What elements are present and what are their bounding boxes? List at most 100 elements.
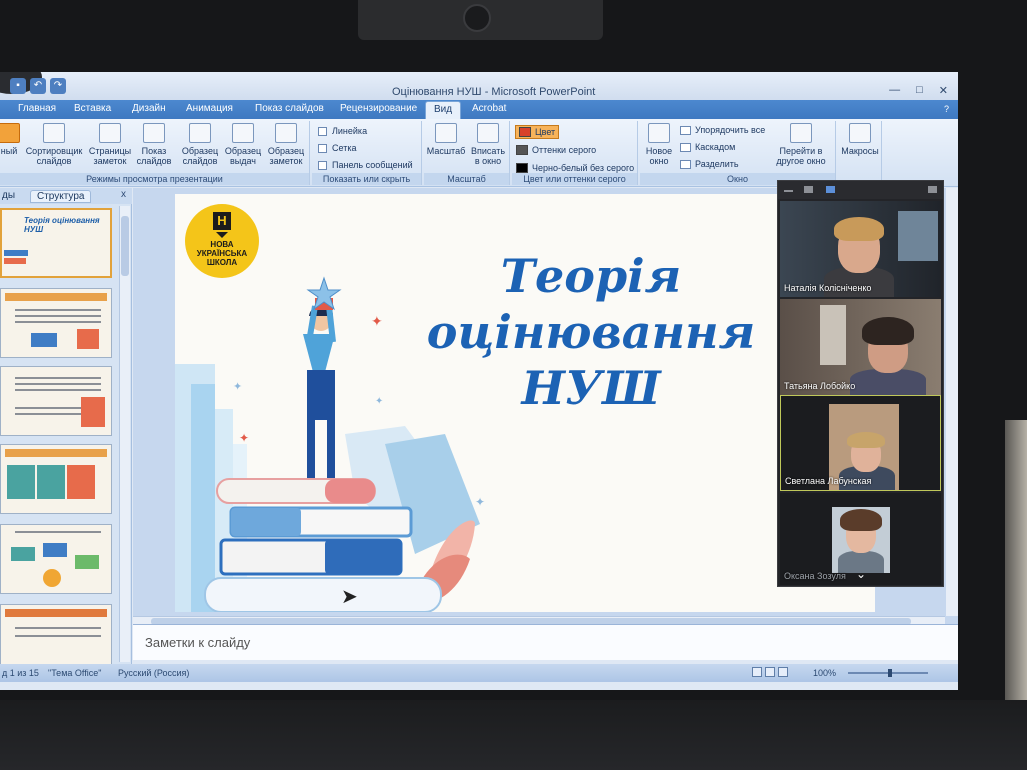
expand-icon[interactable]: [928, 186, 937, 193]
slide-counter: д 1 из 15: [2, 668, 39, 678]
grayscale-button[interactable]: Оттенки серого: [516, 145, 596, 155]
mouse-pointer-icon: ➤: [341, 586, 358, 608]
normal-view-button[interactable]: ный: [0, 123, 24, 156]
quick-access-toolbar: ▪ ↶ ↷: [10, 78, 66, 94]
minimize-icon[interactable]: —: [889, 84, 900, 97]
layout-icon[interactable]: [804, 186, 813, 193]
participant-tile-active-speaker[interactable]: Светлана Лабунская: [780, 395, 941, 491]
scrollbar-thumb[interactable]: [121, 216, 129, 276]
redo-icon[interactable]: ↷: [50, 78, 66, 94]
group-window: Новое окно Упорядочить все Каскадом Разд…: [640, 121, 836, 185]
normal-view-icon[interactable]: [752, 667, 762, 677]
slide-thumbnail-5[interactable]: [0, 524, 112, 594]
notes-page-button[interactable]: Страницы заметок: [86, 123, 134, 166]
thumb-text-line: [15, 321, 101, 323]
notes-master-button[interactable]: Образец заметок: [264, 123, 308, 166]
bw-swatch-icon: [516, 163, 528, 173]
slide-title[interactable]: Теорія оцінювання НУШ: [331, 248, 851, 416]
thumb-image-shape: [77, 329, 99, 349]
chevron-down-icon[interactable]: ⌄: [856, 567, 866, 581]
tab-insert[interactable]: Вставка: [74, 103, 111, 114]
new-window-button[interactable]: Новое окно: [642, 123, 676, 166]
tab-view[interactable]: Вид: [425, 101, 462, 120]
thumb-text-line: [15, 627, 101, 629]
gallery-icon[interactable]: [826, 186, 835, 193]
tab-design[interactable]: Дизайн: [132, 103, 166, 114]
save-icon[interactable]: ▪: [10, 78, 26, 94]
thumb-books-shape: [4, 258, 26, 264]
participant-tile[interactable]: Наталія Колісніченко: [780, 201, 941, 297]
help-icon[interactable]: ?: [944, 104, 949, 114]
close-icon[interactable]: ✕: [939, 84, 948, 97]
person-leg-shape: [327, 420, 335, 478]
participant-tile[interactable]: Оксана Зозуля ⌄: [780, 493, 941, 585]
thumb-header-shape: [5, 293, 107, 301]
tab-home[interactable]: Главная: [18, 103, 56, 114]
slide-thumbnail-4[interactable]: [0, 444, 112, 514]
fit-to-window-button[interactable]: Вписать в окно: [468, 123, 508, 166]
sorter-view-icon[interactable]: [765, 667, 775, 677]
split-icon: [680, 159, 691, 169]
window-in-room: [898, 211, 938, 261]
zoom-button[interactable]: Масштаб: [426, 123, 466, 156]
window-controls: — □ ✕: [889, 84, 948, 97]
tab-slideshow[interactable]: Показ слайдов: [255, 103, 324, 114]
logo-text: НОВА УКРАЇНСЬКА ШКОЛА: [196, 240, 248, 267]
tab-acrobat[interactable]: Acrobat: [472, 103, 506, 114]
cascade-button[interactable]: Каскадом: [680, 142, 735, 152]
slide-thumbnail-3[interactable]: [0, 366, 112, 436]
arrange-all-button[interactable]: Упорядочить все: [680, 125, 765, 135]
thumb-text-line: [15, 309, 101, 311]
group-show-hide: Линейка Сетка Панель сообщений Показать …: [312, 121, 422, 185]
color-mode-button[interactable]: Цвет: [515, 125, 560, 139]
tab-outline[interactable]: Структура: [30, 190, 92, 203]
thumb-text-line: [15, 383, 101, 385]
handout-master-button[interactable]: Образец выдач: [222, 123, 264, 166]
view-buttons: [752, 667, 788, 677]
thumb-bubble-shape: [43, 543, 67, 557]
slideshow-view-icon[interactable]: [778, 667, 788, 677]
close-pane-icon[interactable]: x: [121, 189, 126, 200]
thumb-column-shape: [67, 465, 95, 499]
checkbox-icon: [318, 126, 327, 136]
tab-review[interactable]: Рецензирование: [340, 103, 417, 114]
zoom-slider[interactable]: [848, 669, 928, 677]
notes-pane[interactable]: Заметки к слайду: [133, 624, 958, 660]
macros-button[interactable]: Макросы: [838, 123, 882, 156]
participant-tile[interactable]: Татьяна Лобойко: [780, 299, 941, 395]
slides-pane-scrollbar[interactable]: [119, 206, 130, 662]
undo-icon[interactable]: ↶: [30, 78, 46, 94]
magnifier-icon: [435, 123, 457, 143]
split-button[interactable]: Разделить: [680, 159, 739, 169]
thumb-header-shape: [5, 449, 107, 457]
tab-slides[interactable]: ды: [2, 190, 15, 201]
tab-animation[interactable]: Анимация: [186, 103, 233, 114]
deco-bar: [191, 384, 215, 612]
arrange-icon: [680, 125, 691, 135]
sparkle-icon: ✦: [239, 431, 249, 445]
minimize-icon[interactable]: [784, 190, 793, 192]
grid-checkbox[interactable]: Сетка: [318, 143, 356, 153]
zoom-slider-handle[interactable]: [888, 669, 892, 677]
zoom-level[interactable]: 100%: [813, 668, 836, 678]
notes-page-icon: [99, 123, 121, 143]
slide-sorter-button[interactable]: Сортировщик слайдов: [24, 123, 84, 166]
ribbon-tabs: Главная Вставка Дизайн Анимация Показ сл…: [0, 100, 958, 120]
book-spine-shape: [325, 479, 375, 503]
slide-thumbnail-2[interactable]: [0, 288, 112, 358]
vertical-scrollbar[interactable]: [946, 188, 958, 616]
current-slide[interactable]: ✦ ✦ ✦ ✦ ✦ Н НОВА УКРАЇНСЬКА ШКОЛА Теорія…: [175, 194, 875, 612]
slideshow-button[interactable]: Показ слайдов: [134, 123, 174, 166]
notes-master-icon: [275, 123, 297, 143]
language-indicator[interactable]: Русский (Россия): [118, 668, 189, 678]
webcam-lens: [463, 4, 491, 32]
slide-master-button[interactable]: Образец слайдов: [178, 123, 222, 166]
ruler-checkbox[interactable]: Линейка: [318, 126, 367, 136]
window-title: Оцінювання НУШ - Microsoft PowerPoint: [392, 86, 596, 98]
slide-thumbnail-1[interactable]: Теорія оцінювання НУШ: [0, 208, 112, 278]
message-bar-checkbox[interactable]: Панель сообщений: [318, 160, 413, 170]
thumb-books-shape: [4, 250, 28, 256]
maximize-icon[interactable]: □: [916, 84, 923, 97]
switch-window-button[interactable]: Перейти в другое окно: [770, 123, 832, 166]
black-white-button[interactable]: Черно-белый без серого: [516, 163, 634, 173]
